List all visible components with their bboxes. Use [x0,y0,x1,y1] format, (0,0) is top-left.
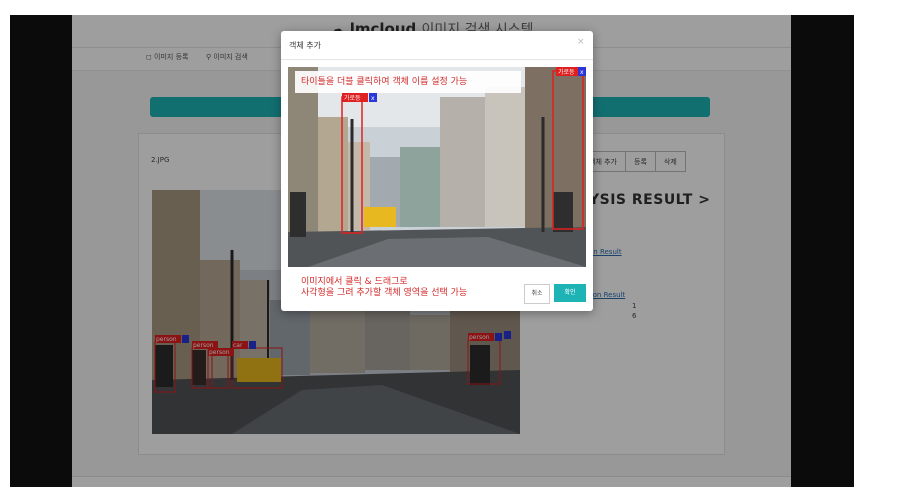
selection-overlay: 가로등 x 가로등 x [341,67,586,234]
box-label[interactable]: 가로등 [344,94,361,102]
box-delete-button[interactable]: x [371,95,375,102]
box-delete-button[interactable]: x [580,69,584,76]
confirm-button[interactable]: 확인 [554,284,586,302]
modal-title: 객체 추가 [289,41,321,50]
left-black-bar [10,15,72,487]
drag-hint-line: 이미지에서 클릭 & 드래그로 [301,277,408,287]
drag-hint: 이미지에서 클릭 & 드래그로 사각형을 그려 추가할 객체 영역을 선택 가능 [301,277,467,299]
close-icon[interactable]: × [577,37,585,47]
box-label[interactable]: 가로등 [558,68,575,76]
add-object-modal: 객체 추가 × 가로등 x 가로등 x 타이틀을 더블 클릭하여 객체 이름 설… [281,31,593,311]
double-click-hint: 타이틀을 더블 클릭하여 객체 이름 설정 가능 [295,71,521,93]
drag-hint-line: 사각형을 그려 추가할 객체 영역을 선택 가능 [301,288,468,298]
modal-header: 객체 추가 × [281,31,593,60]
cancel-button[interactable]: 취소 [524,284,550,304]
object-selection-canvas[interactable]: 가로등 x 가로등 x [288,67,586,267]
right-black-bar [791,15,854,487]
